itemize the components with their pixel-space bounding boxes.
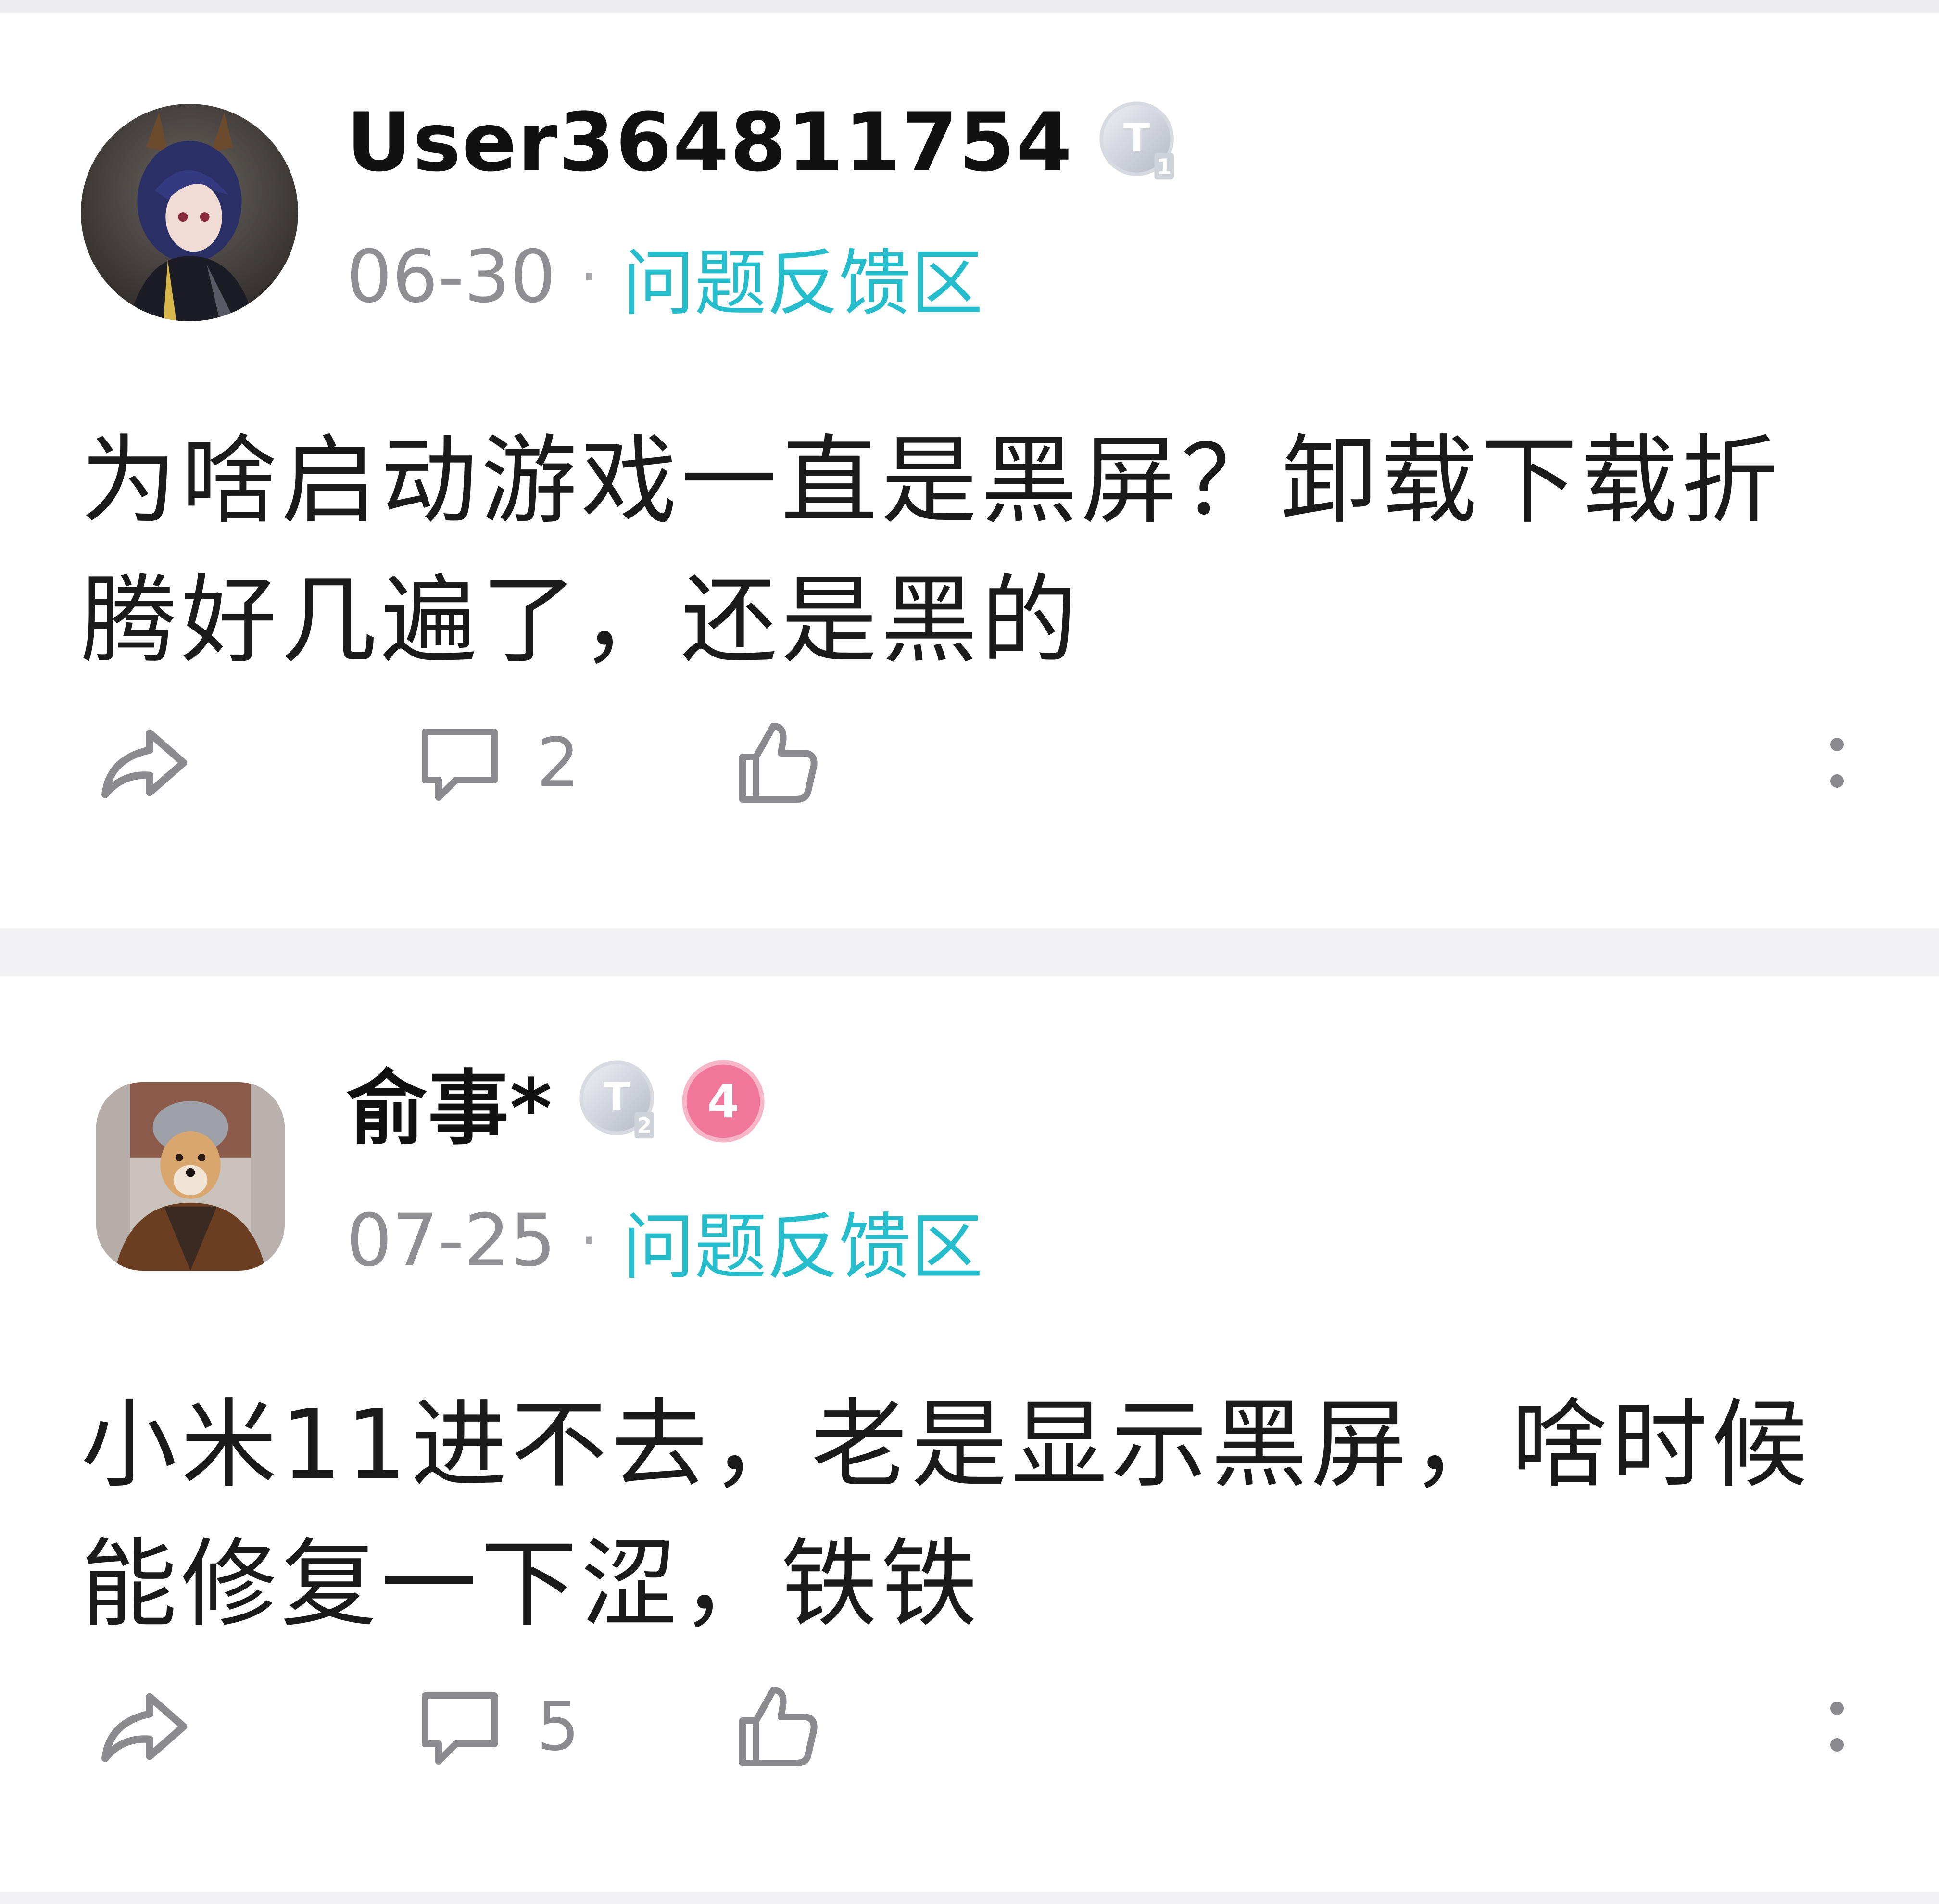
username-row: User364811754 T 1 [346, 94, 1184, 190]
svg-text:2: 2 [637, 1114, 652, 1138]
forum-link[interactable]: 问题反馈区 [622, 1189, 983, 1293]
post-content[interactable]: 为啥启动游戏一直是黑屏？卸载下载折腾好几遍了，还是黑的 [81, 412, 1870, 691]
meta-separator: · [579, 243, 599, 311]
svg-text:1: 1 [1157, 155, 1172, 179]
share-button[interactable] [90, 710, 196, 816]
username[interactable]: User364811754 [346, 95, 1073, 189]
svg-text:T: T [1123, 115, 1150, 161]
user-avatar[interactable] [81, 104, 298, 321]
username[interactable]: 俞事* [346, 1043, 553, 1160]
post-action-bar: 5 [0, 1674, 1939, 1779]
post-meta: 06-30 · 问题反馈区 [346, 234, 983, 326]
post-date: 07-25 [346, 1199, 556, 1283]
level-badge-icon: T 1 [1096, 98, 1184, 187]
thumbs-up-icon [739, 1687, 818, 1766]
like-button[interactable] [729, 710, 825, 816]
comment-count: 2 [537, 723, 580, 802]
post-card[interactable]: 俞事* T 2 4 07-25 · 问题反馈区 小米11进不去，老是显示黑屏，啥… [0, 976, 1939, 1892]
meta-separator: · [579, 1207, 599, 1274]
fan-level-badge-icon: 4 [679, 1057, 768, 1146]
share-button[interactable] [90, 1674, 196, 1779]
post-meta: 07-25 · 问题反馈区 [346, 1198, 983, 1289]
comment-icon [422, 1692, 498, 1765]
user-avatar[interactable] [96, 1082, 285, 1271]
shiba-dog-avatar-icon [96, 1082, 285, 1271]
post-content[interactable]: 小米11进不去，老是显示黑屏，啥时候能修复一下涩，铁铁 [81, 1375, 1870, 1654]
svg-text:4: 4 [707, 1074, 740, 1128]
comment-count: 5 [537, 1687, 580, 1766]
share-icon [101, 1693, 188, 1762]
share-icon [101, 729, 188, 798]
more-vertical-icon [1830, 1702, 1844, 1752]
bottom-divider [0, 1892, 1939, 1904]
comment-button[interactable]: 5 [412, 1674, 579, 1779]
svg-text:T: T [604, 1074, 630, 1120]
level-badge-icon: T 2 [576, 1057, 665, 1146]
top-divider [0, 0, 1939, 13]
section-divider [0, 928, 1939, 976]
more-options-button[interactable] [1818, 1674, 1856, 1779]
more-vertical-icon [1830, 738, 1844, 788]
post-date: 06-30 [346, 235, 556, 319]
more-options-button[interactable] [1818, 710, 1856, 816]
post-action-bar: 2 [0, 710, 1939, 816]
comment-button[interactable]: 2 [412, 710, 579, 816]
comment-icon [422, 729, 498, 801]
post-card[interactable]: User364811754 T 1 06-30 · 问题反馈区 为啥启动游戏一直… [0, 13, 1939, 928]
username-row: 俞事* T 2 4 [346, 1053, 768, 1156]
thumbs-up-icon [739, 723, 818, 803]
anime-character-avatar-icon [81, 104, 298, 321]
forum-link[interactable]: 问题反馈区 [622, 225, 983, 329]
like-button[interactable] [729, 1674, 825, 1779]
